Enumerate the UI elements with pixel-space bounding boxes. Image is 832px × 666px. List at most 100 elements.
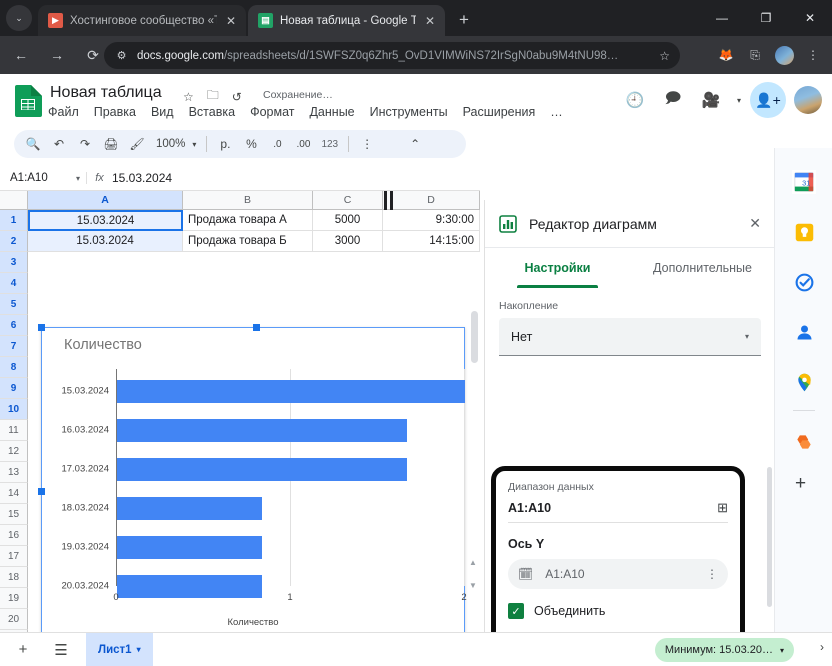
row-header[interactable]: 13 <box>0 462 28 483</box>
redo-icon[interactable]: ↷ <box>72 132 98 156</box>
cell-b2[interactable]: Продажа товара Б <box>183 231 313 252</box>
decrease-decimal-button[interactable]: .0 <box>264 132 290 156</box>
menu-item-more[interactable]: … <box>550 105 563 119</box>
print-icon[interactable]: 🖨 <box>98 132 124 156</box>
chevron-down-icon[interactable]: ▾ <box>745 332 749 341</box>
share-button[interactable]: 👤+ <box>750 82 786 118</box>
chart-resize-handle[interactable] <box>38 324 45 331</box>
column-header-b[interactable]: B <box>183 191 313 210</box>
menu-item-format[interactable]: Формат <box>250 105 294 119</box>
window-close-button[interactable]: ✕ <box>788 0 832 36</box>
extension-icon[interactable]: 🦊 <box>713 42 739 68</box>
address-bar[interactable]: ⚙ docs.google.com/spreadsheets/d/1SWFSZ0… <box>104 42 680 69</box>
percent-format-button[interactable]: % <box>238 132 264 156</box>
row-header[interactable]: 12 <box>0 441 28 462</box>
google-calendar-icon[interactable]: 31 <box>792 170 816 194</box>
more-formats-button[interactable]: 123 <box>316 132 343 156</box>
google-tasks-icon[interactable] <box>792 270 816 294</box>
row-header[interactable]: 6 <box>0 315 28 336</box>
chevron-down-icon[interactable]: ▾ <box>732 83 746 117</box>
document-title[interactable]: Новая таблица <box>50 84 162 102</box>
google-maps-icon[interactable] <box>792 370 816 394</box>
aggregate-row[interactable]: ✓ Объединить <box>508 603 728 619</box>
chevron-down-icon[interactable]: ▾ <box>76 174 80 183</box>
all-sheets-button[interactable]: ☰ <box>46 635 76 665</box>
more-options-icon[interactable]: ⋮ <box>354 132 380 156</box>
frozen-column-divider[interactable] <box>384 191 387 210</box>
row-header[interactable]: 4 <box>0 273 28 294</box>
profile-avatar[interactable] <box>771 42 797 68</box>
new-tab-button[interactable]: + <box>452 9 476 33</box>
google-keep-icon[interactable] <box>792 220 816 244</box>
status-summary-badge[interactable]: Минимум: 15.03.20… ▾ <box>654 638 794 662</box>
row-header[interactable]: 8 <box>0 357 28 378</box>
minimize-button[interactable]: — <box>700 0 744 36</box>
row-header[interactable]: 1 <box>0 210 28 231</box>
menu-item-insert[interactable]: Вставка <box>189 105 235 119</box>
row-header[interactable]: 15 <box>0 504 28 525</box>
version-history-icon[interactable]: ↺ <box>232 90 242 104</box>
chevron-down-icon[interactable]: ▾ <box>137 645 141 654</box>
aggregate-checkbox[interactable]: ✓ <box>508 603 524 619</box>
browser-tab-active[interactable]: ▤ Новая таблица - Google Табли ✕ <box>248 5 445 36</box>
move-to-folder-icon[interactable]: 🗀 <box>207 86 219 107</box>
paint-format-icon[interactable]: 🖌 <box>124 132 150 156</box>
column-header-a[interactable]: A <box>28 191 183 210</box>
row-header[interactable]: 7 <box>0 336 28 357</box>
scroll-up-icon[interactable]: ▲ <box>467 556 479 568</box>
row-header[interactable]: 14 <box>0 483 28 504</box>
search-icon[interactable]: 🔍 <box>20 132 46 156</box>
grid-vertical-scrollbar[interactable] <box>471 311 478 363</box>
expand-panel-icon[interactable]: › <box>820 640 824 654</box>
cell-c2[interactable]: 3000 <box>313 231 383 252</box>
maximize-button[interactable]: ❐ <box>744 0 788 36</box>
video-call-icon[interactable]: 🎥 <box>694 83 728 117</box>
close-icon[interactable]: ✕ <box>423 14 437 28</box>
row-header[interactable]: 10 <box>0 399 28 420</box>
menu-item-extensions[interactable]: Расширения <box>463 105 536 119</box>
zoom-level[interactable]: 100% <box>150 132 187 156</box>
forward-icon[interactable]: → <box>42 40 72 70</box>
y-axis-series-chip[interactable]: 🗓 A1:A10 ⋮ <box>508 559 728 589</box>
collapse-toolbar-icon[interactable]: ⌃ <box>402 132 428 156</box>
menu-item-edit[interactable]: Правка <box>94 105 136 119</box>
close-icon[interactable]: ✕ <box>224 14 238 28</box>
data-range-field[interactable]: A1:A10 ⊞ <box>508 493 728 523</box>
column-header-c[interactable]: C <box>313 191 383 210</box>
menu-item-file[interactable]: Файл <box>48 105 79 119</box>
site-settings-icon[interactable]: ⚙ <box>114 48 129 63</box>
addon-icon[interactable] <box>792 430 816 454</box>
menu-item-view[interactable]: Вид <box>151 105 174 119</box>
browser-menu-icon[interactable]: ⋮ <box>800 42 826 68</box>
cell-c1[interactable]: 5000 <box>313 210 383 231</box>
comment-icon[interactable]: 🗩 <box>656 83 690 117</box>
chart-editor-scrollbar[interactable] <box>767 467 772 607</box>
grid-picker-icon[interactable]: ⊞ <box>717 500 728 516</box>
row-header[interactable]: 2 <box>0 231 28 252</box>
stacking-select[interactable]: Нет ▾ <box>499 318 761 356</box>
tab-setup[interactable]: Настройки <box>485 248 630 288</box>
formula-input[interactable]: 15.03.2024 <box>112 171 172 185</box>
row-header[interactable]: 20 <box>0 609 28 630</box>
menu-item-tools[interactable]: Инструменты <box>370 105 448 119</box>
undo-icon[interactable]: ↶ <box>46 132 72 156</box>
browser-tab-inactive[interactable]: ▶ Хостинговое сообщество «Tim ✕ <box>38 5 246 36</box>
chevron-down-icon[interactable]: ▾ <box>187 132 201 156</box>
extensions-puzzle-icon[interactable]: ⎘ <box>742 42 768 68</box>
sheet-tab-list1[interactable]: Лист1 ▾ <box>86 632 153 666</box>
select-all-corner[interactable] <box>0 191 28 210</box>
cell-d1[interactable]: 9:30:00 <box>383 210 480 231</box>
close-icon[interactable]: ✕ <box>749 215 761 232</box>
chart-resize-handle[interactable] <box>38 488 45 495</box>
history-icon[interactable]: 🕘 <box>618 83 652 117</box>
tab-customize[interactable]: Дополнительные <box>630 248 775 288</box>
add-sheet-button[interactable]: + <box>8 635 38 665</box>
row-header[interactable]: 9 <box>0 378 28 399</box>
cell-b1[interactable]: Продажа товара А <box>183 210 313 231</box>
increase-decimal-button[interactable]: .00 <box>290 132 316 156</box>
row-header[interactable]: 3 <box>0 252 28 273</box>
row-header[interactable]: 19 <box>0 588 28 609</box>
cell-d2[interactable]: 14:15:00 <box>383 231 480 252</box>
row-header[interactable]: 17 <box>0 546 28 567</box>
chart-resize-handle[interactable] <box>253 324 260 331</box>
